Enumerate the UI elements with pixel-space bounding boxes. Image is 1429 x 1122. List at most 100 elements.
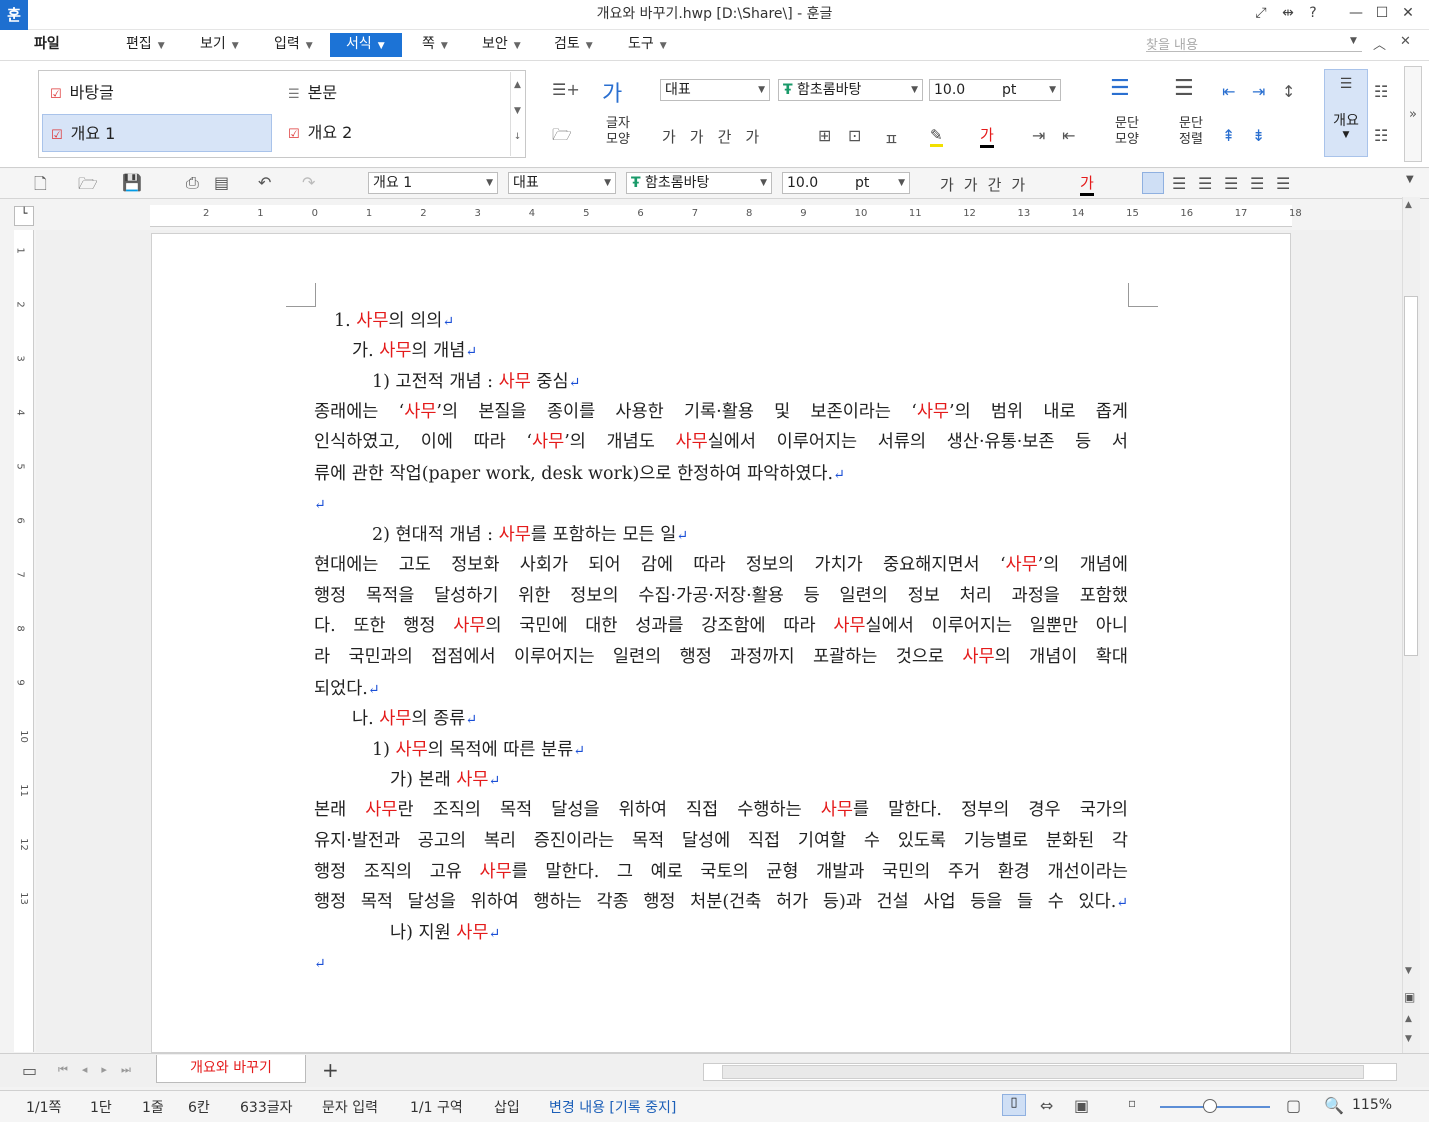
menu-file[interactable]: 파일 bbox=[28, 33, 66, 57]
fit-width-icon[interactable]: ⇔ bbox=[1040, 1096, 1053, 1115]
normal-view-icon[interactable]: ▯ bbox=[1002, 1094, 1026, 1116]
text-line[interactable]: 유지·발전과 공고의 복리 증진이라는 목적 달성에 직접 기여할 수 있도록 … bbox=[314, 827, 1128, 852]
toolbar-char-format[interactable]: 가가간가 bbox=[940, 174, 1035, 195]
align-left-icon[interactable]: ☰ bbox=[1172, 174, 1186, 193]
text-line[interactable]: 인식하였고, 이에 따라 ‘사무’의 개념도 사무실에서 이루어지는 서류의 생… bbox=[314, 428, 1128, 453]
status-insert[interactable]: 삽입 bbox=[494, 1097, 520, 1117]
save-icon[interactable]: 💾 bbox=[122, 173, 142, 192]
font-size-input[interactable]: 10.0 pt ▼ bbox=[929, 79, 1061, 101]
scroll-up-icon[interactable]: ▲ bbox=[1405, 200, 1412, 210]
menu-edit[interactable]: 편집 ▼ bbox=[120, 33, 171, 57]
style-scroll[interactable]: ▲ ▼ ↓ bbox=[510, 72, 524, 156]
text-line[interactable]: 현대에는 고도 정보화 사회가 되어 감에 따라 정보의 가치가 중요해지면서 … bbox=[314, 551, 1128, 576]
text-line[interactable]: 종래에는 ‘사무’의 본질을 종이를 사용한 기록·활용 및 보존이라는 ‘사무… bbox=[314, 398, 1128, 423]
ruler-corner-icon[interactable]: └ bbox=[14, 206, 34, 226]
tab-document[interactable]: 개요와 바꾸기 bbox=[156, 1055, 306, 1083]
indent-icon[interactable]: ⇤ bbox=[1222, 82, 1235, 101]
toolbar-size-input[interactable]: 10.0 pt ▼ bbox=[782, 172, 910, 194]
para-align-button[interactable]: 문단 정렬 bbox=[1168, 116, 1214, 148]
status-track-changes[interactable]: 변경 내용 [기록 중지] bbox=[549, 1097, 676, 1117]
menu-review[interactable]: 검토 ▼ bbox=[548, 33, 599, 57]
align-divide-icon[interactable]: ☰ bbox=[1276, 174, 1290, 193]
char-shape-button[interactable]: 글자 모양 bbox=[596, 116, 640, 148]
add-style-icon[interactable]: ☰+ bbox=[552, 80, 580, 99]
text-line[interactable]: 1) 사무의 목적에 따른 분류↵ bbox=[372, 736, 585, 761]
align-right-icon[interactable]: ☰ bbox=[1224, 174, 1238, 193]
fullscreen-icon[interactable]: ⤢ bbox=[1250, 5, 1272, 21]
space-before-icon[interactable]: ⇞ bbox=[1222, 126, 1235, 145]
subscript-icon[interactable]: ⊡ bbox=[848, 126, 861, 145]
bullet-list-icon[interactable]: ☷ bbox=[1374, 82, 1388, 101]
preview-icon[interactable]: ▤ bbox=[214, 173, 229, 192]
next-page-icon[interactable]: ▼ bbox=[1405, 1034, 1412, 1044]
text-line[interactable]: 다. 또한 행정 사무의 국민에 대한 성과를 강조함에 따라 사무실에서 이루… bbox=[314, 612, 1128, 637]
zoom-magnifier-icon[interactable]: 🔍 bbox=[1324, 1096, 1344, 1115]
toolbar-expand-icon[interactable]: ▼ bbox=[1406, 174, 1414, 185]
zoom-level[interactable]: 115% bbox=[1352, 1097, 1392, 1113]
number-list-icon[interactable]: ☷ bbox=[1374, 126, 1388, 145]
text-line[interactable]: 나) 지원 사무↵ bbox=[390, 919, 500, 944]
align-justify-icon[interactable] bbox=[1142, 172, 1164, 194]
menu-security[interactable]: 보안 ▼ bbox=[476, 33, 527, 57]
char-spacing-narrow-icon[interactable]: ⇥ bbox=[1032, 126, 1045, 145]
search-input[interactable]: 찾을 내용 bbox=[1146, 34, 1362, 53]
space-after-icon[interactable]: ⇟ bbox=[1252, 126, 1265, 145]
horizontal-scroll-thumb[interactable] bbox=[722, 1065, 1364, 1079]
menu-tools[interactable]: 도구 ▼ bbox=[622, 33, 673, 57]
zoom-in-icon[interactable]: ▢ bbox=[1286, 1096, 1301, 1115]
minimize-icon[interactable]: — bbox=[1345, 5, 1367, 21]
zoom-out-icon[interactable]: ▫ bbox=[1128, 1096, 1136, 1110]
new-document-icon[interactable]: 🗋 bbox=[34, 173, 47, 200]
menu-view[interactable]: 보기 ▼ bbox=[194, 33, 245, 57]
text-line[interactable]: 행정 목적을 달성하기 위한 정보의 수집·가공·저장·활용 등 일련의 정보 … bbox=[314, 582, 1128, 607]
text-line[interactable]: 류에 관한 작업(paper work, desk work)으로 한정하여 파… bbox=[314, 460, 845, 485]
text-line[interactable]: 가) 본래 사무↵ bbox=[390, 766, 500, 791]
superscript-icon[interactable]: ⊞ bbox=[818, 126, 831, 145]
close-icon[interactable]: ✕ bbox=[1397, 5, 1419, 21]
highlight-color-icon[interactable]: ✎ bbox=[930, 126, 943, 147]
open-icon[interactable]: 🗁 bbox=[78, 173, 98, 200]
lang-select[interactable]: 대표 ▼ bbox=[660, 79, 770, 101]
menu-page[interactable]: 쪽 ▼ bbox=[416, 33, 454, 57]
style-outline-1[interactable]: ☑ 개요 1 bbox=[42, 114, 272, 152]
style-manager-icon[interactable]: 🗁 bbox=[552, 124, 572, 151]
text-line[interactable]: 2) 현대적 개념 : 사무를 포함하는 모든 일↵ bbox=[372, 521, 688, 546]
style-batanggeul[interactable]: ☑ 바탕글 bbox=[42, 74, 272, 112]
char-format-buttons[interactable]: 가가간가 bbox=[662, 126, 773, 147]
add-tab-icon[interactable]: + bbox=[322, 1058, 339, 1082]
redo-icon[interactable]: ↷ bbox=[302, 173, 315, 192]
toolbar-font-select[interactable]: Ŧ 함초롬바탕 ▼ bbox=[626, 172, 772, 194]
para-shape-icon[interactable]: ☰ bbox=[1110, 76, 1130, 101]
text-line[interactable]: 1. 사무의 의의↵ bbox=[334, 307, 454, 332]
outdent-icon[interactable]: ⇥ bbox=[1252, 82, 1265, 101]
scroll-thumb[interactable] bbox=[1404, 296, 1418, 656]
close-doc-icon[interactable]: ✕ bbox=[1400, 34, 1411, 49]
page-view-icon[interactable]: ▣ bbox=[1404, 990, 1415, 1004]
text-line[interactable]: ↵ bbox=[314, 494, 326, 514]
collapse-ribbon-icon[interactable]: ︿ bbox=[1373, 34, 1386, 53]
prev-page-icon[interactable]: ▲ bbox=[1405, 1014, 1412, 1024]
text-line[interactable]: 라 국민과의 접점에서 이루어지는 일련의 행정 과정까지 포괄하는 것으로 사… bbox=[314, 643, 1128, 668]
toolbar-style-select[interactable]: 개요 1 ▼ bbox=[368, 172, 498, 194]
print-icon[interactable]: ⎙ bbox=[186, 173, 199, 193]
undo-icon[interactable]: ↶ bbox=[258, 173, 271, 192]
tab-view-icon[interactable]: ▭ bbox=[22, 1061, 37, 1080]
char-border-icon[interactable]: ㅍ bbox=[884, 126, 899, 150]
align-center-icon[interactable]: ☰ bbox=[1198, 174, 1212, 193]
char-shape-icon[interactable]: 가 bbox=[602, 76, 622, 108]
zoom-slider-thumb[interactable] bbox=[1202, 1099, 1217, 1113]
status-mode[interactable]: 문자 입력 bbox=[322, 1097, 378, 1117]
text-line[interactable]: 행정 목적 달성을 위하여 행하는 각종 행정 처분(건축 허가 등)과 건설 … bbox=[314, 888, 1128, 913]
menu-insert[interactable]: 입력 ▼ bbox=[268, 33, 319, 57]
para-shape-button[interactable]: 문단 모양 bbox=[1104, 116, 1150, 148]
fit-page-icon[interactable]: ▣ bbox=[1074, 1096, 1089, 1115]
text-line[interactable]: 가. 사무의 개념↵ bbox=[352, 337, 477, 362]
split-icon[interactable]: ⇹ bbox=[1277, 5, 1299, 21]
ribbon-expand-icon[interactable]: » bbox=[1404, 66, 1422, 162]
help-icon[interactable]: ? bbox=[1302, 5, 1324, 21]
text-line[interactable]: 나. 사무의 종류↵ bbox=[352, 705, 477, 730]
scroll-down-icon[interactable]: ▼ bbox=[1405, 966, 1412, 976]
maximize-icon[interactable]: ☐ bbox=[1371, 5, 1393, 21]
font-select[interactable]: Ŧ 함초롬바탕 ▼ bbox=[778, 79, 923, 101]
align-distribute-icon[interactable]: ☰ bbox=[1250, 174, 1264, 193]
